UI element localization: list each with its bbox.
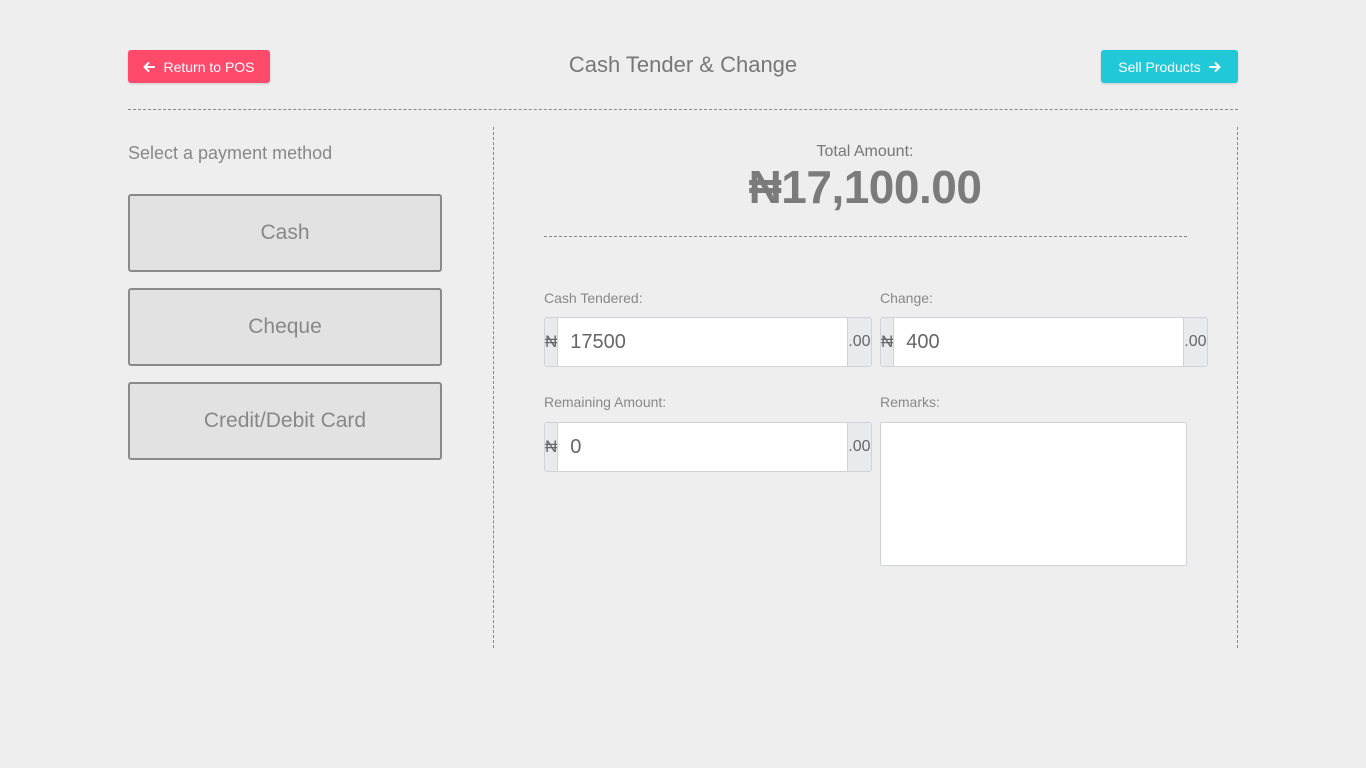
page-title: Cash Tender & Change	[568, 52, 798, 77]
naira-currency-icon: ₦	[544, 317, 559, 367]
header-divider	[128, 109, 1238, 110]
cash-tender-page: Return to POS Cash Tender & Change Sell …	[0, 0, 1366, 768]
remaining-amount-input[interactable]	[558, 422, 848, 472]
payment-method-cheque-button[interactable]: Cheque	[128, 288, 442, 366]
arrow-left-icon	[143, 61, 156, 72]
decimal-suffix: .00	[847, 422, 872, 472]
payment-method-card-button[interactable]: Credit/Debit Card	[128, 382, 442, 460]
remaining-amount-group: ₦ .00	[544, 422, 872, 472]
cash-tendered-group: ₦ .00	[544, 317, 872, 367]
remarks-textarea[interactable]	[880, 422, 1187, 566]
naira-currency-icon: ₦	[880, 317, 895, 367]
change-group: ₦ .00	[880, 317, 1208, 367]
naira-currency-icon: ₦	[544, 422, 559, 472]
change-input[interactable]	[894, 317, 1184, 367]
sell-products-button[interactable]: Sell Products	[1101, 50, 1238, 83]
panel-border-right	[1237, 127, 1238, 648]
cash-tendered-label: Cash Tendered:	[544, 290, 643, 306]
arrow-right-icon	[1208, 61, 1221, 72]
sell-products-label: Sell Products	[1118, 58, 1201, 75]
total-divider	[544, 236, 1187, 237]
return-to-pos-button[interactable]: Return to POS	[128, 50, 270, 83]
cash-tendered-input[interactable]	[558, 317, 848, 367]
change-label: Change:	[880, 290, 933, 306]
payment-method-cash-button[interactable]: Cash	[128, 194, 442, 272]
panel-divider	[493, 127, 494, 648]
payment-method-heading: Select a payment method	[128, 143, 333, 163]
decimal-suffix: .00	[847, 317, 872, 367]
remarks-label: Remarks:	[880, 394, 940, 410]
remaining-amount-label: Remaining Amount:	[544, 394, 667, 410]
return-to-pos-label: Return to POS	[163, 58, 255, 75]
decimal-suffix: .00	[1183, 317, 1208, 367]
total-amount-label: Total Amount:	[816, 143, 914, 160]
total-amount-value: ₦17,100.00	[748, 161, 982, 213]
